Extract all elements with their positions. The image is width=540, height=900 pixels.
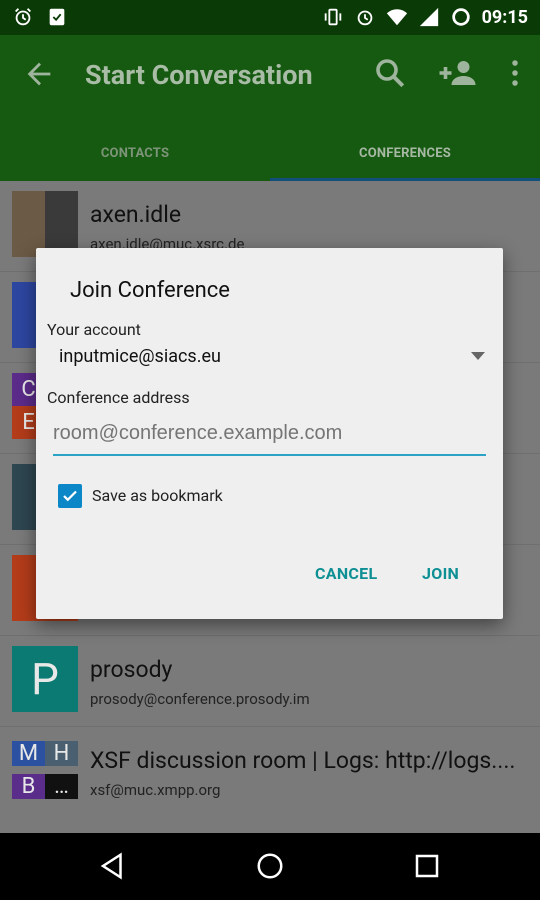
wifi-icon — [386, 6, 408, 28]
join-button[interactable]: JOIN — [422, 564, 459, 583]
address-label: Conference address — [47, 388, 190, 407]
back-triangle-icon[interactable] — [98, 851, 128, 881]
conference-address-field — [53, 414, 488, 456]
signal-icon — [418, 6, 440, 28]
avatar-tile: M — [12, 741, 45, 766]
dropdown-arrow-icon[interactable] — [471, 352, 485, 360]
back-arrow-icon[interactable] — [22, 57, 56, 91]
tab-conferences[interactable]: CONFERENCES — [270, 125, 540, 181]
save-bookmark-label: Save as bookmark — [92, 486, 223, 505]
search-icon[interactable] — [372, 55, 408, 95]
status-right-icons: 09:15 — [322, 6, 528, 28]
join-conference-dialog: Join Conference Your account inputmice@s… — [36, 248, 503, 619]
conference-name: prosody — [90, 656, 173, 683]
recents-square-icon[interactable] — [412, 851, 442, 881]
account-label: Your account — [47, 320, 141, 339]
avatar-tile: … — [45, 774, 78, 799]
save-bookmark-checkbox[interactable] — [58, 484, 82, 508]
dialog-title: Join Conference — [70, 278, 230, 303]
avatar-tile: H — [45, 741, 78, 766]
avatar: P — [12, 646, 78, 712]
conference-address-input[interactable] — [53, 414, 488, 452]
clipboard-check-icon — [46, 6, 68, 28]
navigation-bar — [0, 833, 540, 900]
account-select[interactable]: inputmice@siacs.eu — [59, 346, 221, 367]
cancel-button[interactable]: CANCEL — [315, 564, 377, 583]
home-circle-icon[interactable] — [255, 851, 285, 881]
list-item[interactable]: M H B … XSF discussion room | Logs: http… — [0, 727, 540, 817]
alarm-icon — [12, 6, 34, 28]
conference-jid: xsf@muc.xmpp.org — [90, 781, 221, 799]
status-left-icons — [12, 6, 68, 28]
alarm-icon — [354, 6, 376, 28]
tab-bar: CONTACTS CONFERENCES — [0, 125, 540, 181]
avatar: M H B … — [12, 737, 78, 803]
add-contact-icon[interactable] — [436, 55, 482, 95]
conference-jid: prosody@conference.prosody.im — [90, 690, 310, 708]
app-bar-actions — [372, 55, 520, 95]
status-time: 09:15 — [481, 6, 528, 28]
overflow-menu-icon[interactable] — [510, 58, 520, 92]
avatar-tile: B — [12, 774, 45, 799]
app-bar: Start Conversation CONTACTS CONFERENCES — [0, 35, 540, 181]
status-bar: 09:15 — [0, 0, 540, 35]
conference-name: XSF discussion room | Logs: http://logs.… — [90, 747, 516, 774]
checkmark-icon — [63, 490, 77, 502]
page-title: Start Conversation — [85, 59, 313, 91]
tab-contacts[interactable]: CONTACTS — [0, 125, 270, 181]
vibrate-icon — [322, 6, 344, 28]
battery-icon — [450, 6, 472, 28]
list-item[interactable]: P prosody prosody@conference.prosody.im — [0, 636, 540, 726]
conference-name: axen.idle — [90, 201, 182, 228]
